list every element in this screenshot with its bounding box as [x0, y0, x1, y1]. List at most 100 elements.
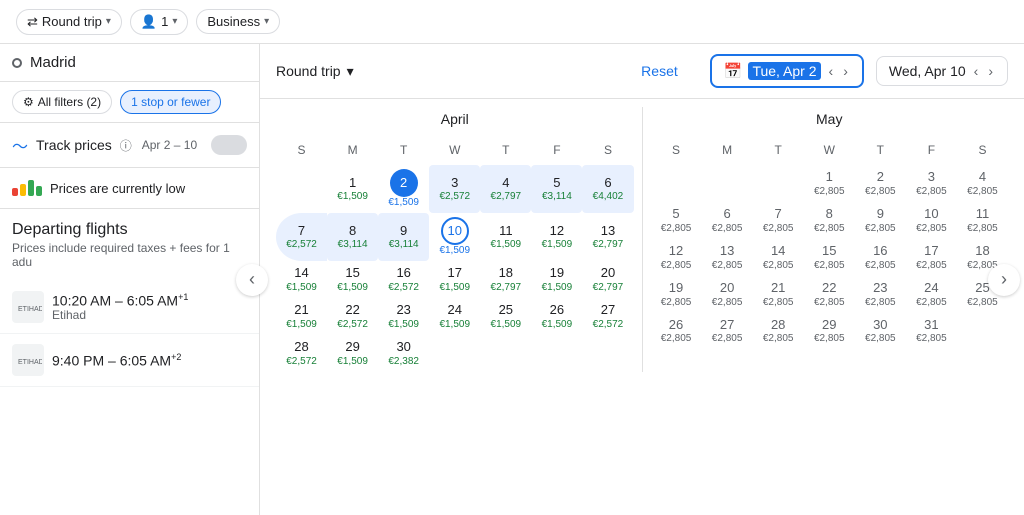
price-bars-icon: [12, 180, 42, 196]
prices-low-banner: Prices are currently low: [0, 168, 259, 209]
april-cell-2-selected[interactable]: 2€1,509: [378, 165, 429, 213]
passengers-label: 1: [161, 14, 168, 29]
calendar-reset-button[interactable]: Reset: [641, 63, 678, 79]
may-cell-17[interactable]: 17€2,805: [906, 239, 957, 276]
april-title: April: [276, 107, 634, 131]
april-cell-20[interactable]: 20€2,797: [582, 261, 633, 298]
calendar-trip-label: Round trip: [276, 63, 341, 79]
may-cell-29[interactable]: 29€2,805: [804, 313, 855, 350]
return-date-next[interactable]: ›: [986, 63, 995, 79]
stop-filter-button[interactable]: 1 stop or fewer: [120, 90, 221, 114]
return-date-prev[interactable]: ‹: [972, 63, 981, 79]
april-cell-28[interactable]: 28€2,572: [276, 335, 327, 372]
may-cell-5[interactable]: 5€2,805: [651, 202, 702, 239]
may-cell-4[interactable]: 4€2,805: [957, 165, 1008, 202]
may-cell-10[interactable]: 10€2,805: [906, 202, 957, 239]
may-cell-empty-end: [957, 313, 1008, 350]
may-cell-1[interactable]: 1€2,805: [804, 165, 855, 202]
may-cell-14[interactable]: 14€2,805: [753, 239, 804, 276]
svg-text:ETIHAD: ETIHAD: [18, 306, 42, 313]
april-cell-6[interactable]: 6€4,402: [582, 165, 633, 213]
may-cell-20[interactable]: 20€2,805: [702, 276, 753, 313]
may-week-3: 12€2,805 13€2,805 14€2,805 15€2,805 16€2…: [651, 239, 1009, 276]
april-week-5: 28€2,572 29€1,509 30€2,382: [276, 335, 634, 372]
april-cell-23[interactable]: 23€1,509: [378, 298, 429, 335]
chevron-left-icon: ‹: [249, 269, 255, 290]
april-cell-1[interactable]: 1€1,509: [327, 165, 378, 213]
may-cell-3[interactable]: 3€2,805: [906, 165, 957, 202]
may-cell-13[interactable]: 13€2,805: [702, 239, 753, 276]
track-prices-label: Track prices: [36, 137, 112, 153]
april-cell-25[interactable]: 25€1,509: [480, 298, 531, 335]
april-cell-30[interactable]: 30€2,382: [378, 335, 429, 372]
return-date-button[interactable]: Wed, Apr 10 ‹ ›: [876, 56, 1008, 86]
april-cell-18[interactable]: 18€2,797: [480, 261, 531, 298]
may-cell-27[interactable]: 27€2,805: [702, 313, 753, 350]
april-cell-3[interactable]: 3€2,572: [429, 165, 480, 213]
may-cell-7[interactable]: 7€2,805: [753, 202, 804, 239]
may-cell-12[interactable]: 12€2,805: [651, 239, 702, 276]
april-cell-14[interactable]: 14€1,509: [276, 261, 327, 298]
track-prices-toggle[interactable]: [211, 135, 247, 155]
april-cell-19[interactable]: 19€1,509: [531, 261, 582, 298]
may-cell-8[interactable]: 8€2,805: [804, 202, 855, 239]
departure-date-prev[interactable]: ‹: [827, 63, 836, 79]
class-selector[interactable]: Business ▾: [196, 9, 280, 34]
april-cell-26[interactable]: 26€1,509: [531, 298, 582, 335]
may-cell-15[interactable]: 15€2,805: [804, 239, 855, 276]
april-cell-4[interactable]: 4€2,797: [480, 165, 531, 213]
april-cell-9[interactable]: 9€3,114: [378, 213, 429, 261]
may-cell-11[interactable]: 11€2,805: [957, 202, 1008, 239]
flight-2-info: 9:40 PM – 6:05 AM+2: [52, 352, 247, 369]
may-dow-4: T: [855, 139, 906, 161]
may-cell-9[interactable]: 9€2,805: [855, 202, 906, 239]
april-cell-17[interactable]: 17€1,509: [429, 261, 480, 298]
flight-item-2[interactable]: ETIHAD 9:40 PM – 6:05 AM+2: [0, 334, 259, 387]
april-cell-27[interactable]: 27€2,572: [582, 298, 633, 335]
may-cell-19[interactable]: 19€2,805: [651, 276, 702, 313]
may-cell-23[interactable]: 23€2,805: [855, 276, 906, 313]
april-cell-12[interactable]: 12€1,509: [531, 213, 582, 261]
may-cell-31[interactable]: 31€2,805: [906, 313, 957, 350]
trip-type-chevron: ▾: [106, 16, 111, 27]
april-cell-16[interactable]: 16€2,572: [378, 261, 429, 298]
april-cell-7[interactable]: 7€2,572: [276, 213, 327, 261]
may-cell-24[interactable]: 24€2,805: [906, 276, 957, 313]
april-cell-empty-4: [531, 335, 582, 372]
departure-date-button[interactable]: 📅 Tue, Apr 2 ‹ ›: [710, 54, 864, 88]
class-chevron: ▾: [264, 16, 269, 27]
trip-type-label: Round trip: [42, 14, 102, 29]
filters-bar: ⚙ All filters (2) 1 stop or fewer: [0, 82, 259, 123]
may-cell-6[interactable]: 6€2,805: [702, 202, 753, 239]
april-cell-10-circle[interactable]: 10€1,509: [429, 213, 480, 261]
april-dow-0: S: [276, 139, 327, 161]
class-label: Business: [207, 14, 260, 29]
all-filters-button[interactable]: ⚙ All filters (2): [12, 90, 112, 114]
calendar-grids: April S M T W T F S 1€1,509 2€1,509 3€2,…: [260, 99, 1024, 380]
april-cell-24[interactable]: 24€1,509: [429, 298, 480, 335]
may-cell-2[interactable]: 2€2,805: [855, 165, 906, 202]
right-panel-chevron[interactable]: ›: [988, 264, 1020, 296]
april-dow-row: S M T W T F S: [276, 139, 634, 161]
april-cell-11[interactable]: 11€1,509: [480, 213, 531, 261]
trip-type-selector[interactable]: ⇄ Round trip ▾: [16, 9, 122, 35]
may-cell-28[interactable]: 28€2,805: [753, 313, 804, 350]
april-cell-13[interactable]: 13€2,797: [582, 213, 633, 261]
may-cell-21[interactable]: 21€2,805: [753, 276, 804, 313]
april-cell-5[interactable]: 5€3,114: [531, 165, 582, 213]
passengers-selector[interactable]: 👤 1 ▾: [130, 9, 188, 35]
departure-date-next[interactable]: ›: [841, 63, 850, 79]
may-cell-30[interactable]: 30€2,805: [855, 313, 906, 350]
april-cell-15[interactable]: 15€1,509: [327, 261, 378, 298]
flight-item[interactable]: ETIHAD 10:20 AM – 6:05 AM+1 Etihad: [0, 281, 259, 334]
may-cell-26[interactable]: 26€2,805: [651, 313, 702, 350]
may-cell-22[interactable]: 22€2,805: [804, 276, 855, 313]
april-cell-8[interactable]: 8€3,114: [327, 213, 378, 261]
april-cell-29[interactable]: 29€1,509: [327, 335, 378, 372]
april-cell-21[interactable]: 21€1,509: [276, 298, 327, 335]
may-cell-16[interactable]: 16€2,805: [855, 239, 906, 276]
left-panel-chevron[interactable]: ‹: [236, 264, 268, 296]
april-cell-empty-2: [429, 335, 480, 372]
calendar-trip-selector[interactable]: Round trip ▾: [276, 63, 354, 80]
april-cell-22[interactable]: 22€2,572: [327, 298, 378, 335]
